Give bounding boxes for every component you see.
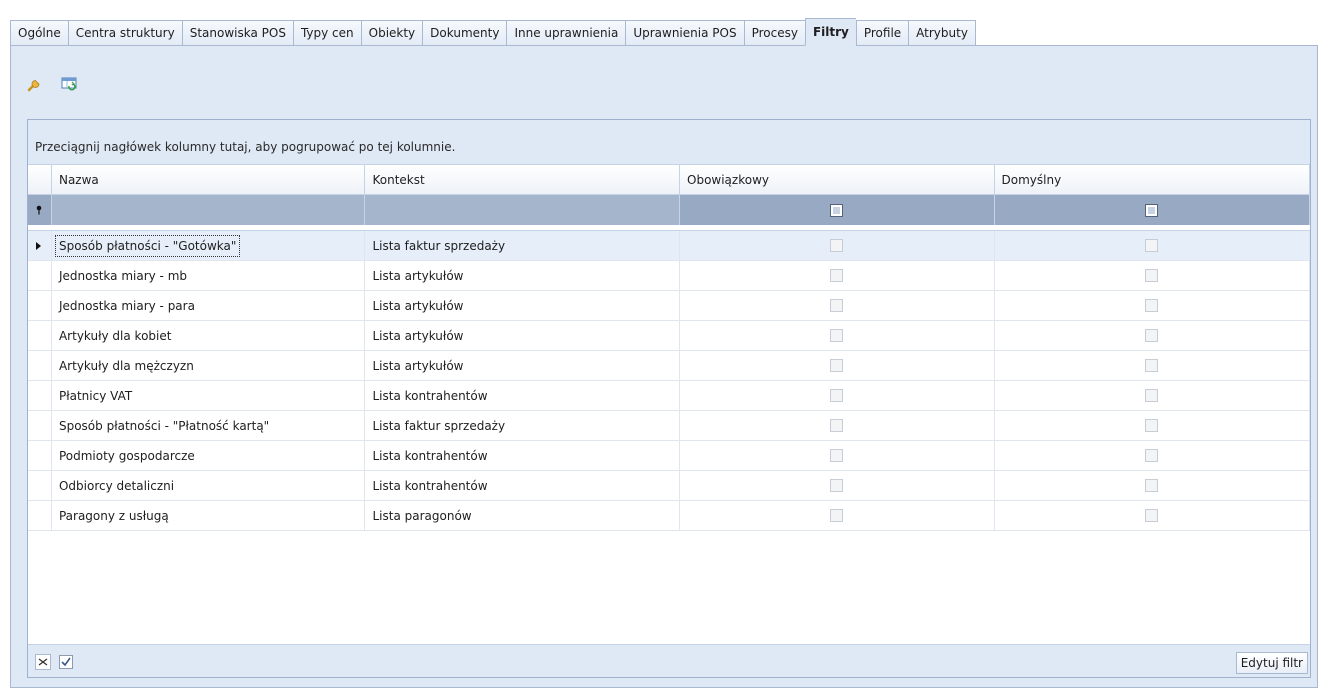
row-indicator [28,501,52,531]
tab-profile[interactable]: Profile [855,20,909,46]
checkbox-domyslny[interactable] [994,441,1310,471]
grid-footer: Edytuj filtr [28,644,1310,677]
row-indicator [28,471,52,501]
checkbox-domyslny[interactable] [994,501,1310,531]
checkbox-domyslny[interactable] [994,381,1310,411]
table-row[interactable]: Artykuły dla mężczyzn Lista artykułów [28,351,1310,381]
filter-checkbox-obowiazkowy[interactable] [680,195,995,225]
header-indicator-cell [28,165,52,194]
refresh-grid-icon[interactable] [60,75,78,93]
wrench-icon[interactable] [26,75,44,93]
checkbox-obowiazkowy[interactable] [680,441,995,471]
grid-filter-row [28,195,1310,225]
row-indicator [28,411,52,441]
cell-nazwa[interactable]: Podmioty gospodarcze [51,441,366,471]
cell-nazwa[interactable]: Artykuły dla kobiet [51,321,366,351]
checkbox-obowiazkowy[interactable] [680,351,995,381]
row-indicator [28,291,52,321]
tab-bar: Ogólne Centra struktury Stanowiska POS T… [10,18,976,46]
checkbox-domyslny[interactable] [994,261,1310,291]
row-indicator [28,261,52,291]
tab-atrybuty[interactable]: Atrybuty [908,20,976,46]
row-indicator [28,381,52,411]
table-row[interactable]: Podmioty gospodarcze Lista kontrahentów [28,441,1310,471]
edit-filter-button[interactable]: Edytuj filtr [1235,652,1308,674]
table-row[interactable]: Jednostka miary - para Lista artykułów [28,291,1310,321]
row-indicator [28,231,52,261]
group-by-panel[interactable]: Przeciągnij nagłówek kolumny tutaj, aby … [28,120,1310,165]
cell-nazwa[interactable]: Odbiorcy detaliczni [51,471,366,501]
grid-header-row: Nazwa Kontekst Obowiązkowy Domyślny [28,165,1311,195]
table-row[interactable]: Sposób płatności - "Gotówka" Lista faktur… [28,231,1310,261]
tab-uprawnienia-pos[interactable]: Uprawnienia POS [625,20,744,46]
cell-kontekst[interactable]: Lista kontrahentów [365,441,680,471]
row-indicator [28,441,52,471]
cell-nazwa[interactable]: Sposób płatności - "Płatność kartą" [51,411,366,441]
checkbox-domyslny[interactable] [994,471,1310,501]
checkbox-domyslny[interactable] [994,231,1310,261]
tab-filtry[interactable]: Filtry [804,18,856,46]
tab-obiekty[interactable]: Obiekty [360,20,423,46]
checkbox-obowiazkowy[interactable] [680,231,995,261]
clear-filter-button[interactable] [35,654,51,670]
column-header-obowiazkowy[interactable]: Obowiązkowy [680,165,995,194]
checkbox-obowiazkowy[interactable] [680,381,995,411]
checkbox-domyslny[interactable] [994,351,1310,381]
table-row[interactable]: Sposób płatności - "Płatność kartą" Lista… [28,411,1310,441]
table-row[interactable]: Artykuły dla kobiet Lista artykułów [28,321,1310,351]
cell-nazwa[interactable]: Sposób płatności - "Gotówka" [51,231,366,261]
checkbox-obowiazkowy[interactable] [680,261,995,291]
filter-pin-icon [28,195,52,225]
cell-kontekst[interactable]: Lista artykułów [365,351,680,381]
cell-nazwa[interactable]: Jednostka miary - para [51,291,366,321]
checkbox-domyslny[interactable] [994,411,1310,441]
cell-kontekst[interactable]: Lista kontrahentów [365,471,680,501]
column-header-nazwa[interactable]: Nazwa [52,165,366,194]
cell-kontekst[interactable]: Lista kontrahentów [365,381,680,411]
cell-nazwa[interactable]: Jednostka miary - mb [51,261,366,291]
filter-input-kontekst[interactable] [365,195,680,225]
row-indicator [28,351,52,381]
cell-kontekst[interactable]: Lista paragonów [365,501,680,531]
checkbox-domyslny[interactable] [994,291,1310,321]
toolbar [26,75,78,93]
cell-kontekst[interactable]: Lista faktur sprzedaży [365,231,680,261]
checkbox-obowiazkowy[interactable] [680,291,995,321]
tab-typy-cen[interactable]: Typy cen [292,20,361,46]
table-row[interactable]: Odbiorcy detaliczni Lista kontrahentów [28,471,1310,501]
checkbox-domyslny[interactable] [994,321,1310,351]
tab-ogolne[interactable]: Ogólne [10,20,68,46]
cell-nazwa[interactable]: Paragony z usługą [51,501,366,531]
checkbox-obowiazkowy[interactable] [680,321,995,351]
filter-input-nazwa[interactable] [51,195,366,225]
row-indicator [28,321,52,351]
tab-stanowiska-pos[interactable]: Stanowiska POS [181,20,293,46]
checkbox-obowiazkowy[interactable] [680,411,995,441]
enable-filter-checkbox[interactable] [58,654,74,670]
column-header-kontekst[interactable]: Kontekst [365,165,680,194]
tab-procesy[interactable]: Procesy [743,20,805,46]
cell-kontekst[interactable]: Lista artykułów [365,321,680,351]
tab-centra-struktury[interactable]: Centra struktury [67,20,182,46]
filter-checkbox-domyslny[interactable] [995,195,1310,225]
table-row[interactable]: Płatnicy VAT Lista kontrahentów [28,381,1310,411]
table-row[interactable]: Jednostka miary - mb Lista artykułów [28,261,1310,291]
cell-kontekst[interactable]: Lista faktur sprzedaży [365,411,680,441]
cell-nazwa[interactable]: Artykuły dla mężczyzn [51,351,366,381]
checkbox-obowiazkowy[interactable] [680,501,995,531]
table-row[interactable]: Paragony z usługą Lista paragonów [28,501,1310,531]
cell-kontekst[interactable]: Lista artykułów [365,261,680,291]
cell-nazwa[interactable]: Płatnicy VAT [51,381,366,411]
cell-kontekst[interactable]: Lista artykułów [365,291,680,321]
checkbox-obowiazkowy[interactable] [680,471,995,501]
group-by-hint: Przeciągnij nagłówek kolumny tutaj, aby … [35,140,456,154]
column-header-domyslny[interactable]: Domyślny [995,165,1311,194]
filters-grid: Przeciągnij nagłówek kolumny tutaj, aby … [27,119,1311,678]
tab-inne-uprawnienia[interactable]: Inne uprawnienia [506,20,626,46]
tab-dokumenty[interactable]: Dokumenty [422,20,507,46]
